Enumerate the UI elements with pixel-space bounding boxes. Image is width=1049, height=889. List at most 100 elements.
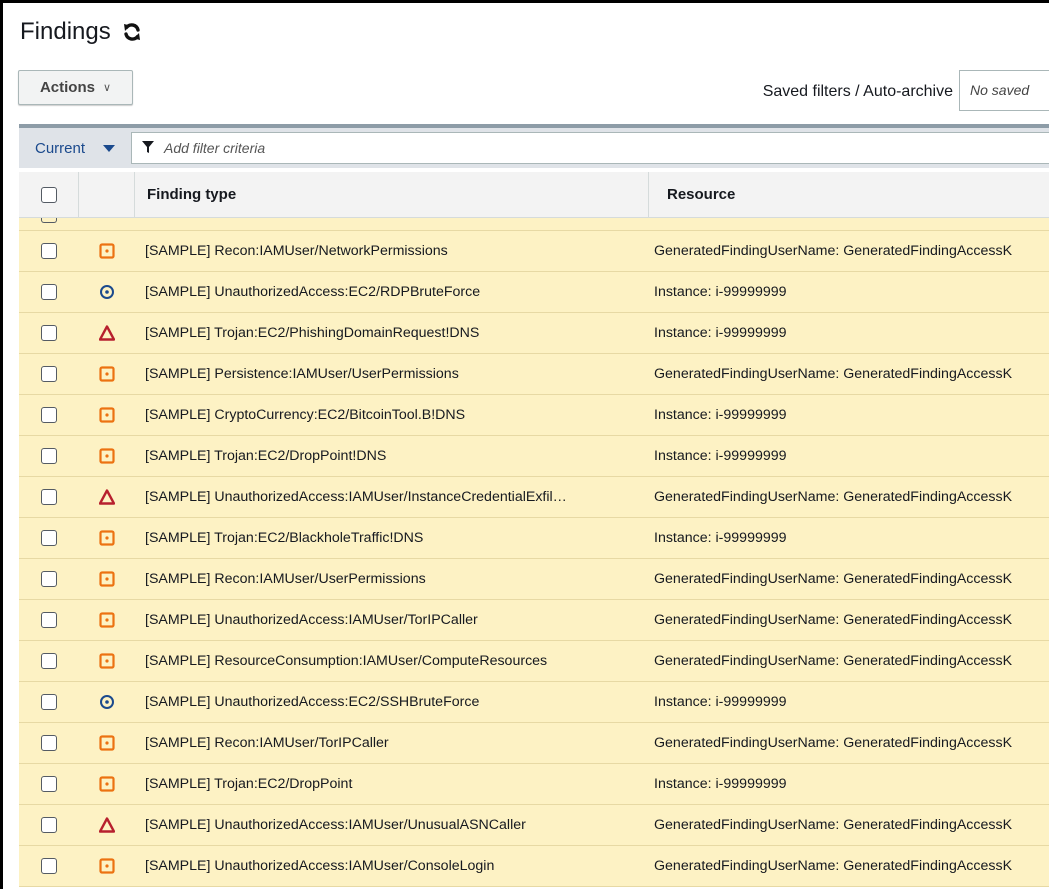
severity-high-icon (79, 817, 135, 833)
row-checkbox-cell (19, 448, 79, 464)
column-header-finding-type[interactable]: Finding type (135, 172, 649, 217)
table-row[interactable]: [SAMPLE] Trojan:EC2/PhishingDomainReques… (19, 313, 1049, 354)
table-row[interactable]: [SAMPLE] Recon:IAMUser/NetworkPermission… (19, 231, 1049, 272)
resource-cell: GeneratedFindingUserName: GeneratedFindi… (654, 817, 1013, 833)
resource-cell: Instance: i-99999999 (654, 776, 787, 792)
row-checkbox[interactable] (41, 530, 57, 546)
row-checkbox-cell (19, 325, 79, 341)
table-row[interactable]: [SAMPLE] Persistence:IAMUser/UserPermiss… (19, 354, 1049, 395)
resource-cell: GeneratedFindingUserName: GeneratedFindi… (654, 653, 1013, 669)
finding-type-link[interactable]: [SAMPLE] UnauthorizedAccess:EC2/SSHBrute… (135, 694, 649, 710)
finding-type-link[interactable]: [SAMPLE] Persistence:IAMUser/UserPermiss… (135, 366, 649, 382)
row-checkbox[interactable] (41, 407, 57, 423)
row-checkbox[interactable] (41, 858, 57, 874)
refresh-icon[interactable] (121, 21, 143, 43)
finding-type-link[interactable]: [SAMPLE] Recon:IAMUser/UserPermissions (135, 571, 649, 587)
row-checkbox[interactable] (41, 489, 57, 505)
row-checkbox-cell (19, 612, 79, 628)
table-row[interactable]: [SAMPLE] Trojan:EC2/DropPoint!DNS Instanc… (19, 436, 1049, 477)
finding-type-link[interactable]: [SAMPLE] Trojan:EC2/BlackholeTraffic!DNS (135, 530, 649, 546)
finding-type-link[interactable]: [SAMPLE] UnauthorizedAccess:IAMUser/Cons… (135, 858, 649, 874)
table-row[interactable]: [SAMPLE] UnauthorizedAccess:IAMUser/Cons… (19, 846, 1049, 887)
row-checkbox-cell (19, 776, 79, 792)
row-checkbox-cell (19, 735, 79, 751)
select-all-cell (19, 172, 79, 217)
severity-medium-icon (79, 776, 135, 792)
filter-scope-label: Current (35, 139, 86, 157)
row-checkbox[interactable] (41, 366, 57, 382)
finding-type-link[interactable]: [SAMPLE] UnauthorizedAccess:IAMUser/Inst… (135, 489, 649, 505)
partially-visible-row (19, 218, 1049, 231)
table-row[interactable]: [SAMPLE] Trojan:EC2/BlackholeTraffic!DNS… (19, 518, 1049, 559)
severity-low-icon (79, 284, 135, 300)
table-row[interactable]: [SAMPLE] Trojan:EC2/DropPoint Instance: i… (19, 764, 1049, 805)
finding-type-link[interactable]: [SAMPLE] Recon:IAMUser/NetworkPermission… (135, 243, 649, 259)
resource-cell: Instance: i-99999999 (654, 407, 787, 423)
column-header-resource[interactable]: Resource (649, 172, 1049, 217)
table-row[interactable]: [SAMPLE] Recon:IAMUser/TorIPCaller Genera… (19, 723, 1049, 764)
finding-type-link[interactable]: [SAMPLE] Trojan:EC2/PhishingDomainReques… (135, 325, 649, 341)
severity-medium-icon (79, 243, 135, 259)
row-checkbox[interactable] (41, 448, 57, 464)
row-checkbox-cell (19, 530, 79, 546)
finding-type-link[interactable]: [SAMPLE] ResourceConsumption:IAMUser/Com… (135, 653, 649, 669)
table-row[interactable]: [SAMPLE] UnauthorizedAccess:EC2/RDPBrute… (19, 272, 1049, 313)
row-checkbox[interactable] (41, 694, 57, 710)
severity-medium-icon (79, 530, 135, 546)
severity-medium-icon (79, 407, 135, 423)
resource-cell: GeneratedFindingUserName: GeneratedFindi… (654, 366, 1013, 382)
resource-cell: GeneratedFindingUserName: GeneratedFindi… (654, 489, 1013, 505)
row-checkbox[interactable] (41, 612, 57, 628)
row-checkbox-cell (19, 571, 79, 587)
finding-type-link[interactable]: [SAMPLE] Trojan:EC2/DropPoint!DNS (135, 448, 649, 464)
finding-type-link[interactable]: [SAMPLE] CryptoCurrency:EC2/BitcoinTool.… (135, 407, 649, 423)
table-row[interactable]: [SAMPLE] CryptoCurrency:EC2/BitcoinTool.… (19, 395, 1049, 436)
caret-down-icon (103, 144, 116, 152)
table-row[interactable]: [SAMPLE] ResourceConsumption:IAMUser/Com… (19, 641, 1049, 682)
table-header: Finding type Resource (19, 172, 1049, 218)
finding-type-link[interactable]: [SAMPLE] UnauthorizedAccess:IAMUser/Unus… (135, 817, 649, 833)
severity-high-icon (79, 489, 135, 505)
resource-cell: Instance: i-99999999 (654, 530, 787, 546)
row-checkbox[interactable] (41, 776, 57, 792)
row-checkbox-cell (19, 366, 79, 382)
saved-filters-select[interactable]: No saved (959, 70, 1049, 111)
severity-medium-icon (79, 653, 135, 669)
row-checkbox[interactable] (41, 571, 57, 587)
row-checkbox[interactable] (41, 218, 57, 223)
finding-type-link[interactable]: [SAMPLE] UnauthorizedAccess:EC2/RDPBrute… (135, 284, 649, 300)
table-row[interactable]: [SAMPLE] UnauthorizedAccess:IAMUser/TorI… (19, 600, 1049, 641)
filter-scope-select[interactable]: Current (19, 128, 131, 168)
row-checkbox[interactable] (41, 653, 57, 669)
table-row[interactable]: [SAMPLE] Recon:IAMUser/UserPermissions Ge… (19, 559, 1049, 600)
row-checkbox[interactable] (41, 284, 57, 300)
select-all-checkbox[interactable] (40, 186, 57, 203)
filter-placeholder: Add filter criteria (164, 140, 266, 156)
table-row[interactable]: [SAMPLE] UnauthorizedAccess:IAMUser/Inst… (19, 477, 1049, 518)
severity-high-icon (79, 325, 135, 341)
severity-medium-icon (79, 366, 135, 382)
row-checkbox[interactable] (41, 243, 57, 259)
row-checkbox-cell (19, 407, 79, 423)
row-checkbox-cell (19, 284, 79, 300)
resource-cell: Instance: i-99999999 (654, 694, 787, 710)
chevron-down-icon: ∨ (102, 82, 112, 94)
findings-table-body: [SAMPLE] Recon:IAMUser/NetworkPermission… (19, 218, 1049, 889)
severity-medium-icon (79, 612, 135, 628)
row-checkbox[interactable] (41, 817, 57, 833)
row-checkbox[interactable] (41, 735, 57, 751)
table-row[interactable]: [SAMPLE] UnauthorizedAccess:IAMUser/Unus… (19, 805, 1049, 846)
row-checkbox-cell (19, 653, 79, 669)
severity-column-header (79, 172, 135, 217)
finding-type-link[interactable]: [SAMPLE] Recon:IAMUser/TorIPCaller (135, 735, 649, 751)
table-row[interactable]: [SAMPLE] UnauthorizedAccess:EC2/SSHBrute… (19, 682, 1049, 723)
finding-type-link[interactable]: [SAMPLE] UnauthorizedAccess:IAMUser/TorI… (135, 612, 649, 628)
row-checkbox[interactable] (41, 325, 57, 341)
row-checkbox-cell (19, 817, 79, 833)
saved-filters-label: Saved filters / Auto-archive (762, 83, 953, 100)
filter-criteria-input[interactable]: Add filter criteria (131, 132, 1049, 164)
resource-cell: GeneratedFindingUserName: GeneratedFindi… (654, 571, 1013, 587)
finding-type-link[interactable]: [SAMPLE] Trojan:EC2/DropPoint (135, 776, 649, 792)
actions-button[interactable]: Actions ∨ (18, 70, 133, 105)
page-title: Findings (20, 18, 111, 45)
